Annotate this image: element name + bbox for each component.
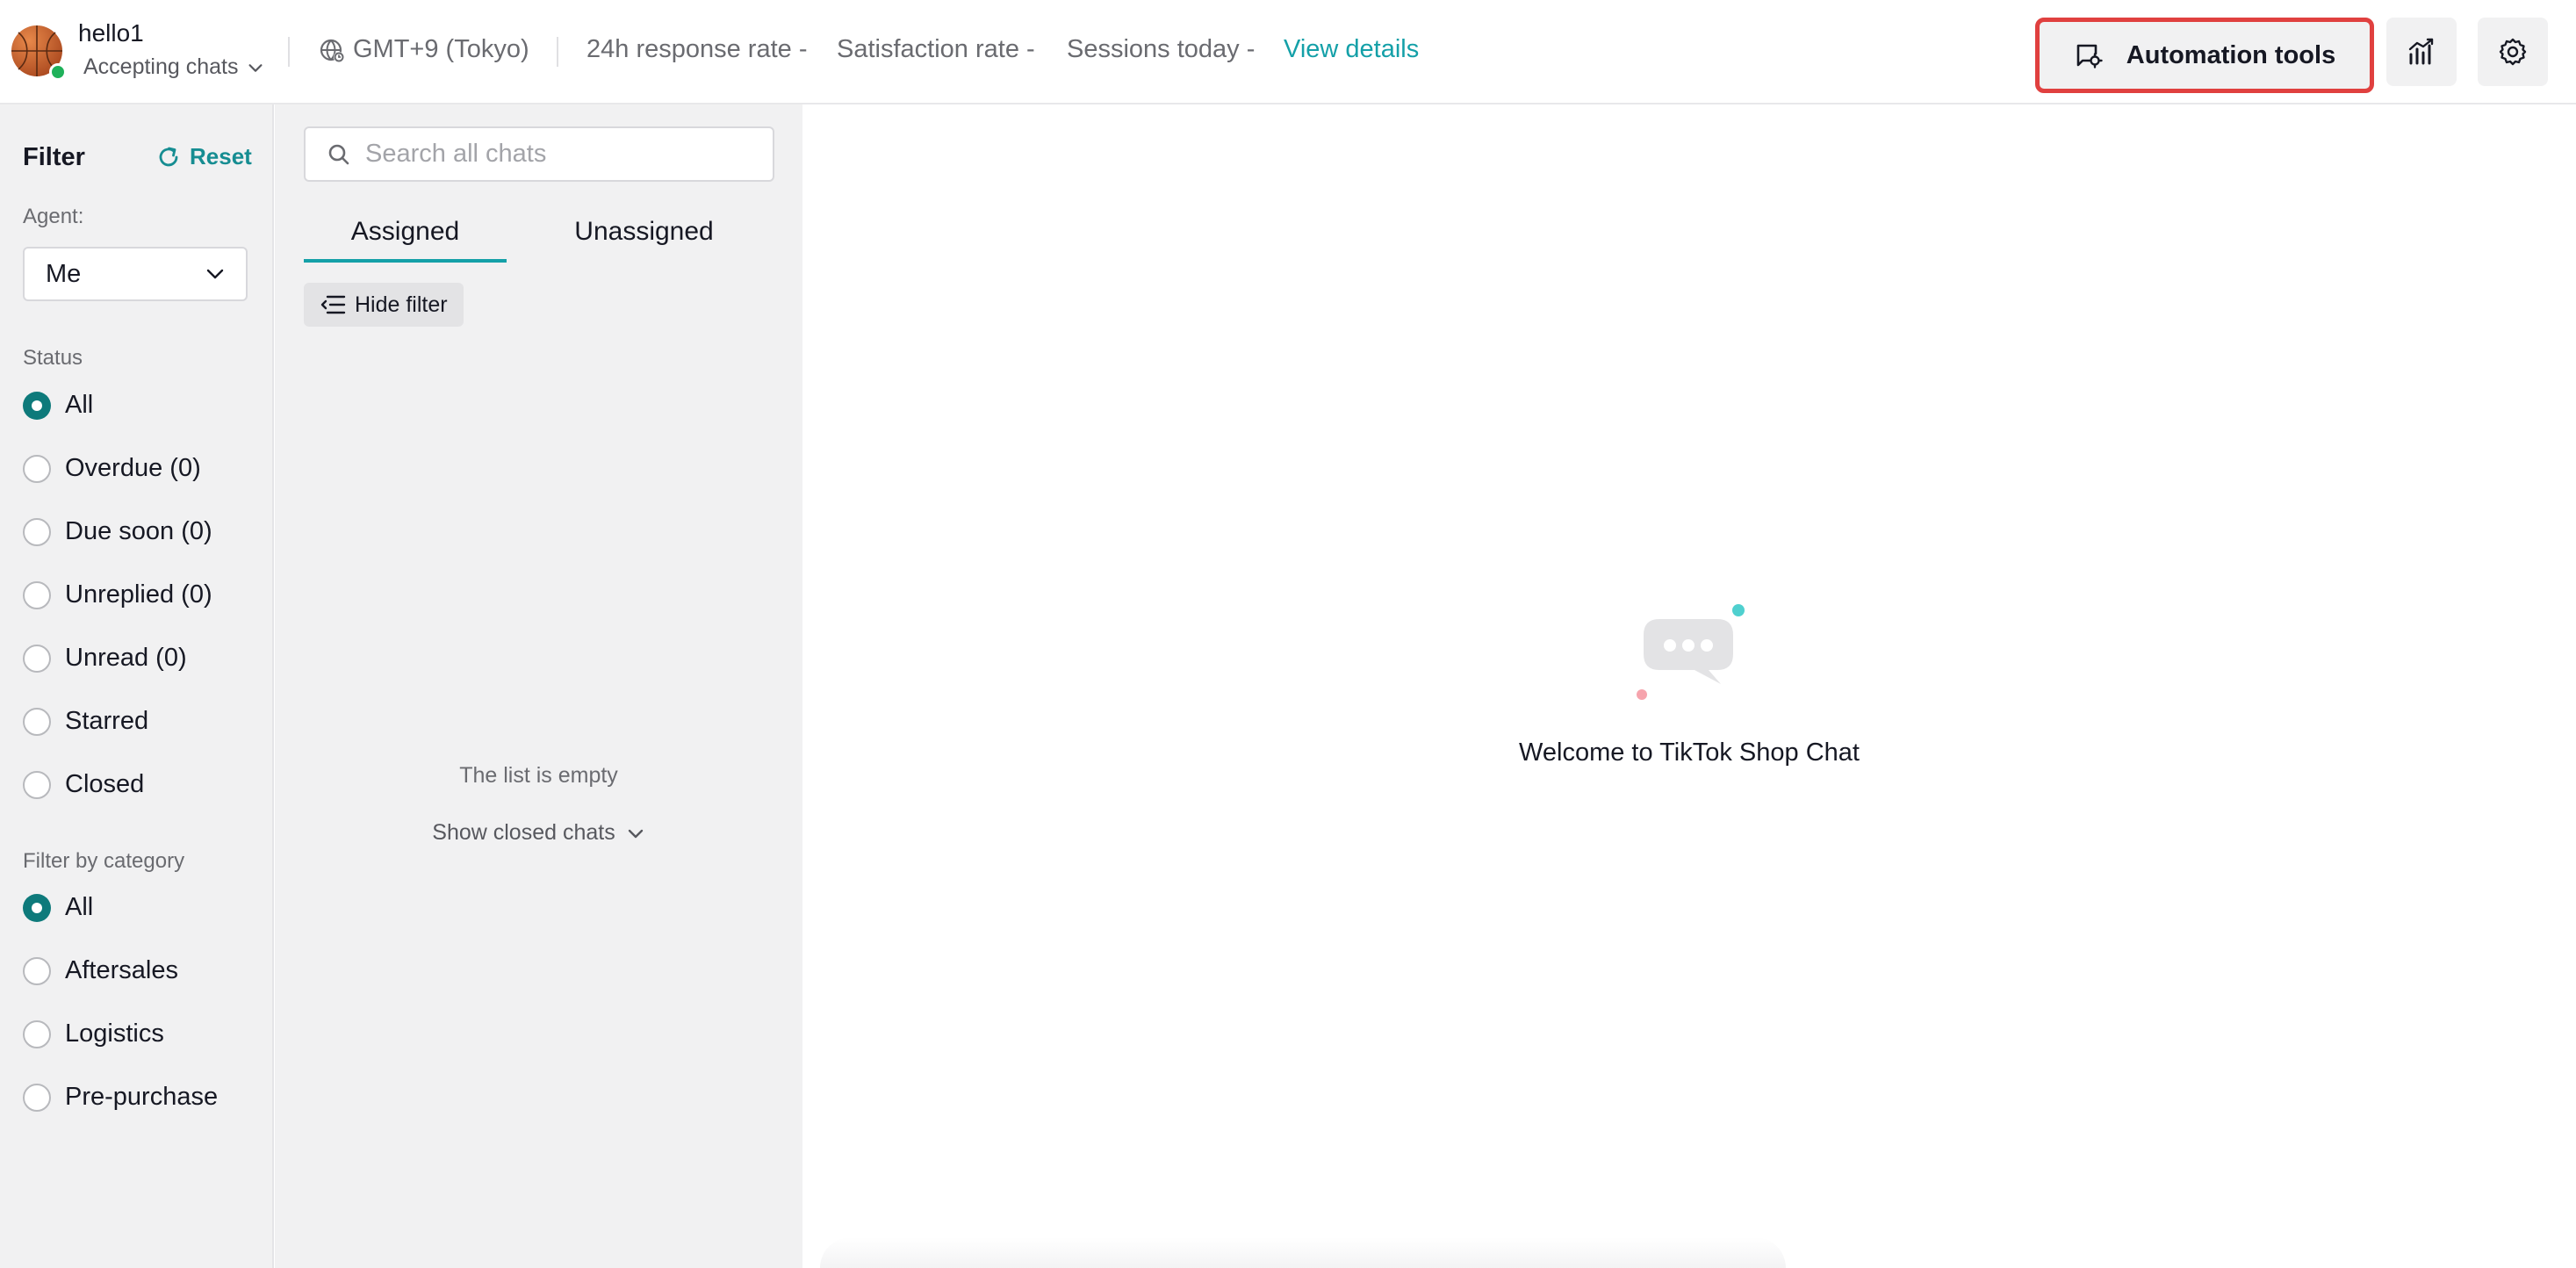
chevron-down-icon	[626, 824, 645, 843]
automation-tools-button[interactable]: Automation tools	[2035, 18, 2374, 93]
category-option-label: Pre-purchase	[65, 1083, 219, 1111]
empty-list-message: The list is empty	[459, 763, 618, 788]
category-label: Filter by category	[23, 849, 185, 873]
satisfaction-rate-stat: Satisfaction rate -	[837, 35, 1035, 63]
status-option-label: All	[65, 391, 94, 419]
chat-list-panel: Assigned Unassigned Hide filter The list…	[275, 104, 802, 1268]
status-option-unreplied[interactable]: Unreplied (0)	[23, 580, 212, 609]
header-divider	[288, 37, 290, 67]
tab-unassigned[interactable]: Unassigned	[543, 217, 745, 261]
radio-button[interactable]	[23, 391, 51, 420]
status-option-label: Unreplied (0)	[65, 580, 212, 609]
status-option-label: Due soon (0)	[65, 517, 212, 545]
status-option-label: Unread (0)	[65, 644, 187, 672]
show-closed-chats-button[interactable]: Show closed chats	[275, 820, 802, 846]
status-option-unread[interactable]: Unread (0)	[23, 644, 187, 673]
automation-tools-label: Automation tools	[2126, 40, 2336, 69]
search-icon	[327, 142, 351, 167]
radio-button[interactable]	[23, 1083, 51, 1112]
agent-select-value: Me	[46, 259, 82, 288]
timezone-label: GMT+9 (Tokyo)	[353, 35, 529, 63]
hide-filter-button[interactable]: Hide filter	[304, 283, 464, 327]
category-option-label: Logistics	[65, 1019, 164, 1048]
reset-button[interactable]: Reset	[156, 143, 252, 170]
user-name: hello1	[78, 19, 144, 47]
radio-button[interactable]	[23, 707, 51, 736]
sessions-today-stat: Sessions today -	[1067, 35, 1256, 63]
timezone: GMT+9 (Tokyo)	[318, 35, 529, 64]
gear-icon	[2498, 37, 2528, 67]
category-option-logistics[interactable]: Logistics	[23, 1019, 164, 1048]
globe-icon	[318, 36, 346, 64]
active-tab-indicator	[304, 259, 507, 263]
conversation-pane: Welcome to TikTok Shop Chat	[802, 104, 2576, 1268]
radio-button[interactable]	[23, 956, 51, 985]
status-option-starred[interactable]: Starred	[23, 707, 148, 736]
settings-button[interactable]	[2478, 18, 2548, 86]
filter-sidebar: Filter Reset Agent: Me Status All Overdu…	[0, 104, 274, 1268]
analytics-button[interactable]	[2386, 18, 2457, 86]
radio-button[interactable]	[23, 644, 51, 673]
radio-button[interactable]	[23, 1019, 51, 1048]
radio-button[interactable]	[23, 893, 51, 922]
hide-filter-label: Hide filter	[355, 292, 448, 317]
reset-label: Reset	[190, 143, 252, 169]
radio-button[interactable]	[23, 770, 51, 799]
category-option-label: All	[65, 893, 94, 921]
status-option-label: Starred	[65, 707, 149, 735]
accepting-status-dropdown[interactable]: Accepting chats	[83, 54, 265, 80]
status-option-all[interactable]: All	[23, 391, 93, 420]
chevron-down-icon	[204, 263, 227, 285]
radio-button[interactable]	[23, 454, 51, 483]
header-divider	[557, 37, 558, 67]
status-option-overdue[interactable]: Overdue (0)	[23, 454, 201, 483]
filter-title: Filter	[23, 143, 85, 171]
status-option-closed[interactable]: Closed	[23, 770, 144, 799]
response-rate-stat: 24h response rate -	[586, 35, 808, 63]
category-option-label: Aftersales	[65, 956, 178, 984]
status-option-label: Overdue (0)	[65, 454, 201, 482]
filter-lines-icon	[320, 294, 346, 315]
radio-button[interactable]	[23, 517, 51, 546]
chevron-down-icon	[246, 58, 265, 77]
top-header: hello1 Accepting chats GMT+9 (Tokyo) 24h…	[0, 0, 2576, 104]
search-input[interactable]	[365, 140, 769, 169]
view-details-link[interactable]: View details	[1284, 35, 1419, 64]
show-closed-chats-label: Show closed chats	[432, 820, 615, 845]
refresh-icon	[156, 145, 181, 169]
category-option-aftersales[interactable]: Aftersales	[23, 956, 178, 985]
status-label: Status	[23, 346, 83, 370]
bottom-shadow	[820, 1237, 1786, 1268]
status-option-label: Closed	[65, 770, 145, 798]
welcome-message: Welcome to TikTok Shop Chat	[1519, 738, 1860, 767]
accepting-status-label: Accepting chats	[83, 54, 239, 79]
agent-select[interactable]: Me	[23, 247, 248, 301]
chat-bubble-icon	[1637, 604, 1745, 700]
category-option-pre-purchase[interactable]: Pre-purchase	[23, 1083, 218, 1112]
category-option-all[interactable]: All	[23, 893, 93, 922]
radio-button[interactable]	[23, 580, 51, 609]
agent-label: Agent:	[23, 205, 84, 228]
tab-assigned[interactable]: Assigned	[304, 217, 507, 261]
online-status-dot	[49, 63, 67, 81]
search-box[interactable]	[304, 126, 774, 182]
analytics-icon	[2407, 37, 2436, 67]
chat-settings-icon	[2074, 40, 2104, 70]
status-option-due-soon[interactable]: Due soon (0)	[23, 517, 212, 546]
